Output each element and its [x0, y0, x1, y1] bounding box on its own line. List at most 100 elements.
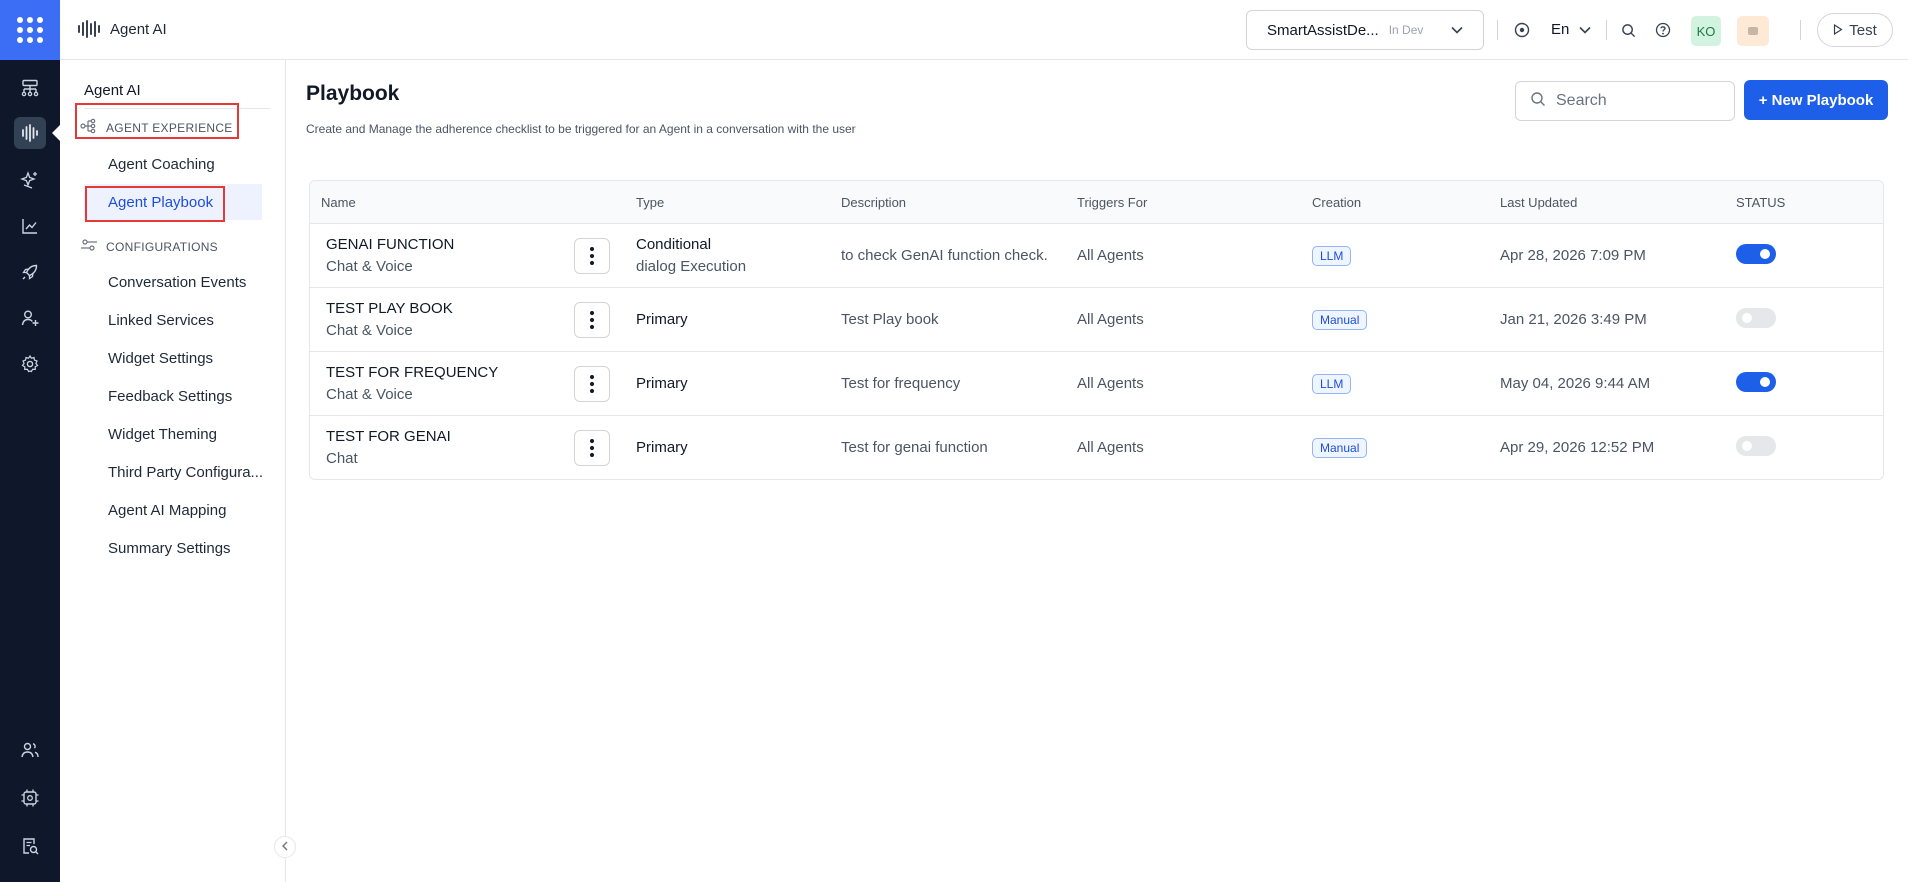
playbook-table: Name Type Description Triggers For Creat… — [309, 180, 1884, 480]
collapse-sidebar-button[interactable] — [274, 836, 296, 858]
toolbar-divider — [1800, 20, 1801, 40]
environment-selector[interactable]: SmartAssistDe... In Dev — [1246, 10, 1484, 50]
table-row[interactable]: TEST FOR FREQUENCY Chat & Voice Primary … — [310, 352, 1883, 416]
sidebar-item-summary-settings[interactable]: Summary Settings — [108, 540, 231, 557]
users-icon[interactable] — [14, 734, 46, 766]
playbook-channel: Chat & Voice — [326, 258, 413, 275]
toolbar-divider — [1497, 20, 1498, 40]
app-name: Agent AI — [110, 20, 167, 38]
playbook-triggers: All Agents — [1077, 247, 1144, 264]
playbook-channel: Chat & Voice — [326, 322, 413, 339]
sliders-icon — [80, 237, 98, 256]
environment-tag: In Dev — [1388, 23, 1424, 37]
image-avatar-icon[interactable] — [1737, 16, 1769, 46]
playbook-triggers: All Agents — [1077, 439, 1144, 456]
column-header-description[interactable]: Description — [841, 195, 906, 210]
sidebar-title: Agent AI — [84, 82, 141, 99]
sidebar-item-agent-ai-mapping[interactable]: Agent AI Mapping — [108, 502, 226, 519]
creation-badge: Manual — [1312, 310, 1368, 330]
row-actions-button[interactable] — [574, 302, 610, 338]
test-button-label: Test — [1849, 21, 1877, 39]
playbook-channel: Chat — [326, 450, 358, 467]
flow-icon[interactable] — [14, 72, 46, 104]
last-updated: Apr 28, 2026 7:09 PM — [1500, 247, 1646, 264]
sidebar-item-feedback-settings[interactable]: Feedback Settings — [108, 388, 232, 405]
playbook-description: Test for frequency — [841, 375, 961, 392]
search-icon[interactable] — [1617, 19, 1639, 41]
last-updated: Jan 21, 2026 3:49 PM — [1500, 311, 1647, 328]
add-user-icon[interactable] — [14, 302, 46, 334]
status-toggle[interactable] — [1736, 436, 1776, 456]
search-box[interactable] — [1515, 81, 1735, 121]
chip-settings-icon[interactable] — [14, 782, 46, 814]
audit-log-icon[interactable] — [14, 830, 46, 862]
toolbar-divider — [1606, 20, 1607, 40]
section-configurations[interactable]: CONFIGURATIONS — [80, 237, 218, 256]
status-toggle[interactable] — [1736, 308, 1776, 328]
section-label: CONFIGURATIONS — [106, 239, 218, 254]
playbook-type: Primary — [636, 375, 688, 392]
page-title: Playbook — [306, 82, 400, 105]
play-icon — [1833, 22, 1843, 39]
analytics-icon[interactable] — [14, 210, 46, 242]
column-header-type[interactable]: Type — [636, 195, 664, 210]
highlight-box — [75, 103, 239, 139]
playbook-triggers: All Agents — [1077, 311, 1144, 328]
rocket-icon[interactable] — [14, 256, 46, 288]
sidebar-item-widget-settings[interactable]: Widget Settings — [108, 350, 213, 367]
search-icon — [1530, 91, 1546, 112]
table-row[interactable]: GENAI FUNCTION Chat & Voice Conditional … — [310, 224, 1883, 288]
row-actions-button[interactable] — [574, 238, 610, 274]
chevron-down-icon — [1579, 21, 1591, 38]
sidebar-item-linked-services[interactable]: Linked Services — [108, 312, 214, 329]
column-header-name[interactable]: Name — [321, 195, 356, 210]
search-input[interactable] — [1556, 92, 1716, 110]
sparkles-icon[interactable] — [14, 164, 46, 196]
playbook-description: to check GenAI function check. — [841, 247, 1048, 264]
chevron-left-icon — [281, 840, 289, 854]
sidebar-item-third-party-configuration[interactable]: Third Party Configura... — [108, 464, 263, 481]
column-header-status[interactable]: STATUS — [1736, 195, 1785, 210]
playbook-channel: Chat & Voice — [326, 386, 413, 403]
settings-icon[interactable] — [14, 348, 46, 380]
voice-wave-icon — [78, 20, 100, 38]
last-updated: Apr 29, 2026 12:52 PM — [1500, 439, 1655, 456]
playbook-description: Test Play book — [841, 311, 939, 328]
playbook-type: Conditional — [636, 236, 712, 253]
creation-badge: Manual — [1312, 438, 1368, 458]
column-header-triggers-for[interactable]: Triggers For — [1077, 195, 1147, 210]
app-launcher-button[interactable] — [0, 0, 60, 60]
creation-badge: LLM — [1312, 246, 1352, 266]
table-row[interactable]: TEST PLAY BOOK Chat & Voice Primary Test… — [310, 288, 1883, 352]
playbook-name[interactable]: TEST PLAY BOOK — [326, 300, 453, 317]
playbook-description: Test for genai function — [841, 439, 988, 456]
environment-name: SmartAssistDe... — [1267, 21, 1379, 39]
status-toggle[interactable] — [1736, 244, 1776, 264]
new-playbook-button[interactable]: + New Playbook — [1744, 80, 1888, 120]
last-updated: May 04, 2026 9:44 AM — [1500, 375, 1651, 392]
playbook-type-detail: dialog Execution — [636, 258, 747, 275]
language-selector[interactable]: En — [1551, 21, 1591, 38]
row-actions-button[interactable] — [574, 366, 610, 402]
sidebar-item-agent-coaching[interactable]: Agent Coaching — [108, 156, 215, 173]
app-brand: Agent AI — [78, 20, 167, 38]
record-icon[interactable] — [1511, 19, 1533, 41]
table-header: Name Type Description Triggers For Creat… — [310, 181, 1883, 224]
user-avatar[interactable]: KO — [1691, 16, 1721, 46]
status-toggle[interactable] — [1736, 372, 1776, 392]
agent-ai-icon[interactable] — [14, 117, 46, 149]
column-header-creation[interactable]: Creation — [1312, 195, 1361, 210]
test-button[interactable]: Test — [1817, 13, 1893, 47]
sidebar-item-widget-theming[interactable]: Widget Theming — [108, 426, 217, 443]
playbook-type: Primary — [636, 439, 688, 456]
playbook-name[interactable]: TEST FOR FREQUENCY — [326, 364, 498, 381]
playbook-name[interactable]: GENAI FUNCTION — [326, 236, 454, 253]
help-icon[interactable] — [1652, 19, 1674, 41]
row-actions-button[interactable] — [574, 430, 610, 466]
sidebar-item-conversation-events[interactable]: Conversation Events — [108, 274, 246, 291]
table-row[interactable]: TEST FOR GENAI Chat Primary Test for gen… — [310, 416, 1883, 479]
page-subtitle: Create and Manage the adherence checklis… — [306, 122, 856, 136]
playbook-name[interactable]: TEST FOR GENAI — [326, 428, 451, 445]
column-header-last-updated[interactable]: Last Updated — [1500, 195, 1577, 210]
chevron-down-icon — [1451, 23, 1463, 37]
